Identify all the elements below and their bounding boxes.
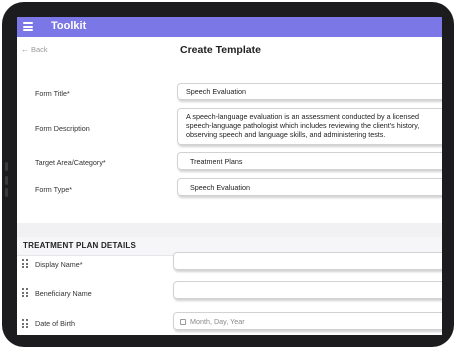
side-button (5, 162, 8, 171)
side-button (5, 188, 8, 197)
section-divider (17, 223, 442, 237)
form-description-textarea[interactable]: A speech-language evaluation is an asses… (177, 108, 442, 145)
form-type-select[interactable]: Speech Evaluation (177, 178, 442, 196)
back-label: Back (31, 45, 48, 54)
drag-handle-icon[interactable] (22, 319, 28, 328)
top-app-bar: Toolkit (17, 17, 442, 37)
app-title: Toolkit (51, 20, 87, 32)
display-name-label: Display Name* (35, 260, 83, 269)
form-title-label: Form Title* (35, 89, 70, 98)
drag-handle-icon[interactable] (22, 288, 28, 297)
hamburger-icon[interactable] (23, 22, 33, 31)
back-arrow-icon: ← (21, 45, 29, 54)
side-button (5, 176, 8, 185)
date-of-birth-label: Date of Birth (35, 319, 75, 328)
target-area-label: Target Area/Category* (35, 158, 106, 167)
date-of-birth-input[interactable]: Month, Day, Year (173, 312, 442, 330)
beneficiary-name-input[interactable] (173, 281, 442, 299)
date-placeholder: Month, Day, Year (190, 317, 245, 326)
display-name-input[interactable] (173, 252, 442, 270)
beneficiary-name-label: Beneficiary Name (35, 289, 92, 298)
drag-handle-icon[interactable] (22, 259, 28, 268)
form-description-label: Form Description (35, 124, 90, 133)
target-area-select[interactable]: Treatment Plans (177, 152, 442, 170)
form-type-label: Form Type* (35, 185, 73, 194)
calendar-icon (180, 319, 186, 325)
back-button[interactable]: ← Back (21, 45, 48, 54)
page-title: Create Template (180, 44, 261, 56)
app-screen: Toolkit ← Back Create Template Form Title… (17, 17, 442, 335)
section-title: TREATMENT PLAN DETAILS (23, 241, 136, 250)
form-title-input[interactable]: Speech Evaluation (177, 83, 442, 100)
tablet-frame: Toolkit ← Back Create Template Form Title… (2, 2, 454, 347)
